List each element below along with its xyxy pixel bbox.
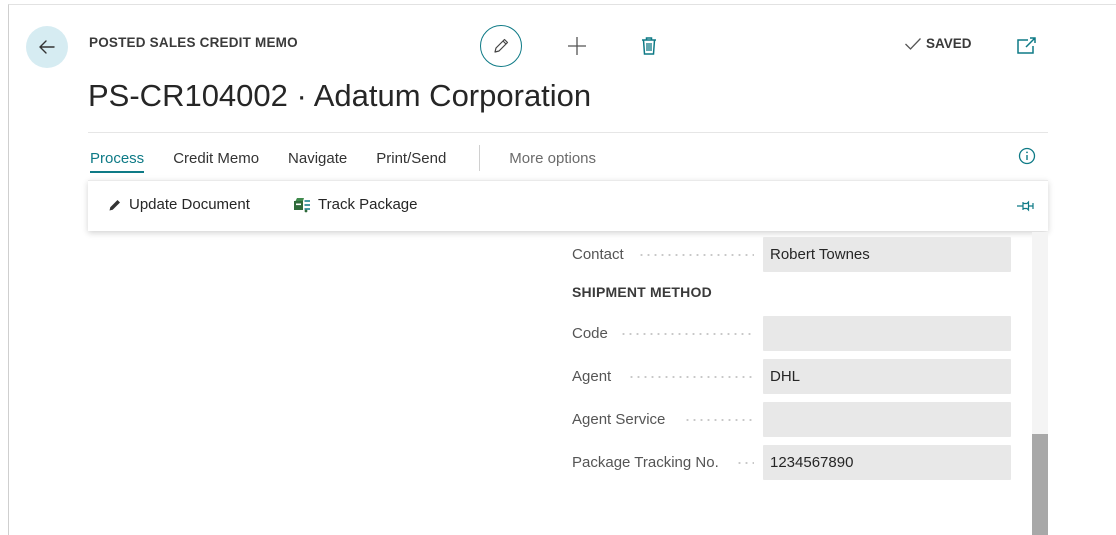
scrollbar-thumb[interactable] <box>1032 434 1048 535</box>
menu-credit-memo[interactable]: Credit Memo <box>173 150 259 167</box>
pin-icon[interactable] <box>1016 198 1034 214</box>
leader-dots <box>684 419 754 421</box>
leader-dots <box>628 376 754 378</box>
agent-row: Agent DHL <box>572 359 1012 394</box>
popout-icon[interactable] <box>1016 36 1038 56</box>
page-caption: POSTED SALES CREDIT MEMO <box>89 35 298 50</box>
shipment-method-heading: SHIPMENT METHOD <box>572 284 712 300</box>
track-package-label: Track Package <box>318 196 418 213</box>
leader-dots <box>736 462 754 464</box>
saved-label: SAVED <box>926 36 972 51</box>
agent-service-label: Agent Service <box>572 411 666 428</box>
page-title: PS-CR104002 · Adatum Corporation <box>88 78 592 113</box>
contact-label: Contact <box>572 246 624 263</box>
update-document-label: Update Document <box>129 196 250 213</box>
menu-more-options[interactable]: More options <box>509 150 596 167</box>
menu-separator <box>479 145 481 171</box>
checkmark-icon <box>905 37 921 50</box>
menu-process[interactable]: Process <box>90 150 145 173</box>
vertical-scrollbar[interactable] <box>1032 232 1048 535</box>
track-package-icon <box>294 197 310 212</box>
delete-button[interactable] <box>634 31 664 61</box>
tracking-no-label: Package Tracking No. <box>572 454 719 471</box>
action-menu-bar: Process Credit Memo Navigate Print/Send … <box>90 145 625 173</box>
new-button[interactable] <box>562 31 592 61</box>
menu-print-send[interactable]: Print/Send <box>376 150 446 167</box>
header-divider <box>88 132 1048 133</box>
arrow-left-icon <box>39 40 55 54</box>
back-button[interactable] <box>26 26 68 68</box>
trash-icon <box>642 37 656 55</box>
contact-field[interactable]: Robert Townes <box>763 237 1011 272</box>
code-field[interactable] <box>763 316 1011 351</box>
agent-field[interactable]: DHL <box>763 359 1011 394</box>
pencil-small-icon <box>109 199 120 210</box>
menu-navigate[interactable]: Navigate <box>288 150 347 167</box>
plus-icon <box>568 37 586 55</box>
code-row: Code <box>572 316 1012 351</box>
leader-dots <box>620 333 754 335</box>
leader-dots <box>638 254 754 256</box>
track-package-button[interactable]: Track Package <box>293 196 418 213</box>
agent-service-row: Agent Service <box>572 402 1012 437</box>
contact-row: Contact Robert Townes <box>572 237 1012 272</box>
agent-label: Agent <box>572 368 612 385</box>
update-document-button[interactable]: Update Document <box>108 196 250 213</box>
saved-status: SAVED <box>904 36 972 51</box>
process-actions-panel: Update Document Track Package <box>88 180 1048 231</box>
info-icon[interactable] <box>1018 147 1036 165</box>
agent-service-field[interactable] <box>763 402 1011 437</box>
pencil-icon <box>494 38 509 53</box>
code-label: Code <box>572 325 608 342</box>
tracking-no-field[interactable]: 1234567890 <box>763 445 1011 480</box>
edit-button[interactable] <box>480 25 522 67</box>
tracking-no-row: Package Tracking No. 1234567890 <box>572 445 1012 480</box>
